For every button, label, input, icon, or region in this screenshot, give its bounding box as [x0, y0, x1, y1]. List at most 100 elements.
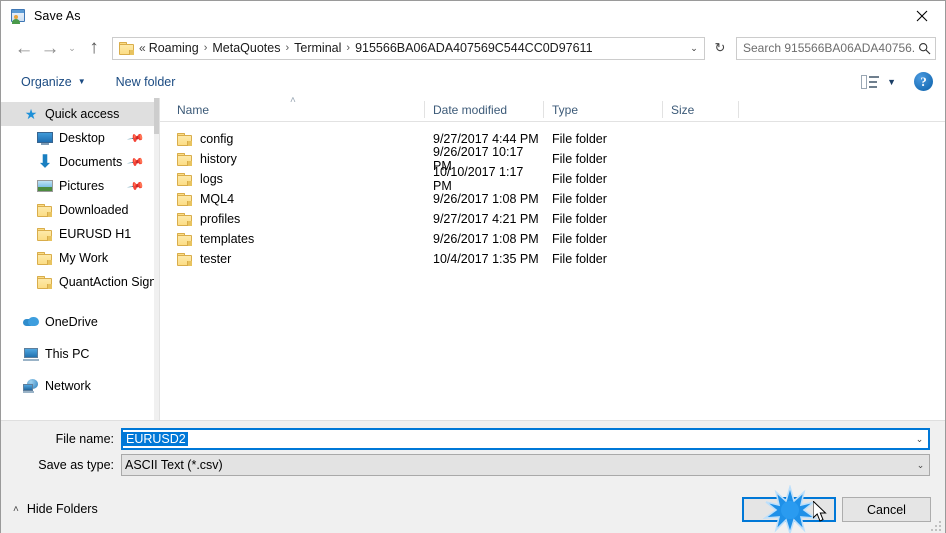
breadcrumb-overflow-icon[interactable]: «	[139, 41, 146, 55]
back-icon[interactable]: ←	[11, 35, 37, 61]
chevron-down-icon[interactable]: ⌄	[912, 455, 929, 475]
file-type-cell: File folder	[552, 192, 607, 206]
sidebar-item-quantaction-signal[interactable]: QuantAction Signal	[1, 270, 159, 294]
sidebar-item-network[interactable]: Network	[1, 374, 159, 398]
file-name: profiles	[200, 212, 241, 226]
sidebar-item-documents[interactable]: ⬇ Documents 📌	[1, 150, 159, 174]
chevron-down-icon: ▼	[77, 77, 86, 86]
column-label: Date modified	[433, 102, 508, 117]
sort-ascending-icon: ˄	[290, 95, 296, 106]
file-name-cell: templates	[160, 232, 425, 246]
table-row[interactable]: config 9/27/2017 4:44 PM File folder	[160, 129, 945, 149]
sidebar-item-label: QuantAction Signal	[59, 275, 159, 289]
save-as-dialog: Save As ← → ⌄ ↑ « Roaming › MetaQuotes ›…	[0, 0, 946, 533]
table-row[interactable]: history 9/26/2017 10:17 PM File folder	[160, 145, 945, 173]
folder-icon	[37, 226, 53, 242]
save-button[interactable]: Save	[742, 497, 836, 522]
sidebar-item-eurusd-h1[interactable]: EURUSD H1	[1, 222, 159, 246]
breadcrumb-item-terminal[interactable]: Terminal	[294, 41, 341, 55]
file-name-cell: tester	[160, 252, 425, 266]
refresh-icon[interactable]: ↻	[709, 37, 731, 60]
sidebar-item-label: This PC	[45, 347, 90, 361]
help-icon[interactable]: ?	[914, 72, 933, 91]
file-name-value: EURUSD2	[123, 432, 188, 446]
breadcrumb-separator-icon[interactable]: ›	[285, 42, 289, 54]
file-name-cell: logs	[160, 172, 425, 186]
pin-icon[interactable]: 📌	[127, 129, 146, 148]
forward-icon[interactable]: →	[37, 35, 63, 61]
onedrive-icon	[23, 314, 39, 330]
sidebar-item-pictures[interactable]: Pictures 📌	[1, 174, 159, 198]
up-one-level-icon[interactable]: ↑	[81, 35, 107, 61]
dialog-footer: File name: EURUSD2 ⌄ Save as type: ASCII…	[1, 420, 945, 533]
column-header-size[interactable]: Size	[663, 98, 739, 121]
resize-grip[interactable]	[929, 519, 941, 531]
sidebar-item-my-work[interactable]: My Work	[1, 246, 159, 270]
table-row[interactable]: logs 10/10/2017 1:17 PM File folder	[160, 165, 945, 193]
file-name: tester	[200, 252, 232, 266]
table-row[interactable]: MQL4 9/26/2017 1:08 PM File folder	[160, 189, 945, 209]
sidebar-item-this-pc[interactable]: This PC	[1, 342, 159, 366]
address-bar[interactable]: « Roaming › MetaQuotes › Terminal › 9155…	[112, 36, 705, 60]
breadcrumb-separator-icon[interactable]: ›	[204, 42, 208, 54]
chevron-down-icon[interactable]: ⌄	[911, 430, 928, 448]
sidebar-item-label: Pictures	[59, 179, 105, 193]
hide-folders-button[interactable]: ˄ Hide Folders	[13, 502, 98, 516]
pin-icon[interactable]: 📌	[127, 153, 146, 172]
table-row[interactable]: tester 10/4/2017 1:35 PM File folder	[160, 249, 945, 269]
breadcrumb-item-roaming[interactable]: Roaming	[149, 41, 199, 55]
window-title: Save As	[34, 9, 81, 23]
sidebar-item-label: Network	[45, 379, 91, 393]
file-name-input[interactable]: EURUSD2 ⌄	[121, 428, 930, 450]
sidebar-item-onedrive[interactable]: OneDrive	[1, 310, 159, 334]
folder-icon	[177, 252, 192, 266]
file-date-cell: 9/26/2017 1:08 PM	[433, 192, 539, 206]
new-folder-button[interactable]: New folder	[110, 70, 182, 94]
file-name-cell: profiles	[160, 212, 425, 226]
download-icon: ⬇	[37, 152, 53, 171]
save-as-type-row: Save as type: ASCII Text (*.csv) ⌄	[1, 454, 930, 476]
folder-icon	[37, 274, 53, 290]
view-options-icon[interactable]	[861, 74, 880, 89]
network-icon	[23, 378, 39, 394]
table-row[interactable]: templates 9/26/2017 1:08 PM File folder	[160, 229, 945, 249]
sidebar-item-label: My Work	[59, 251, 109, 265]
search-icon	[914, 42, 935, 55]
navigation-pane: ★ Quick access Desktop 📌 ⬇ Documents 📌 P…	[1, 98, 159, 420]
save-as-type-select[interactable]: ASCII Text (*.csv) ⌄	[121, 454, 930, 476]
cancel-button[interactable]: Cancel	[842, 497, 931, 522]
close-icon[interactable]	[899, 1, 945, 31]
chevron-up-icon: ˄	[13, 503, 19, 515]
table-row[interactable]: profiles 9/27/2017 4:21 PM File folder	[160, 209, 945, 229]
search-input[interactable]: Search 915566BA06ADA40756...	[736, 36, 936, 60]
breadcrumb-item-metaquotes[interactable]: MetaQuotes	[212, 41, 280, 55]
column-header-type[interactable]: Type	[544, 98, 663, 121]
title-bar: Save As	[1, 1, 945, 31]
file-name-cell: config	[160, 132, 425, 146]
search-placeholder: Search 915566BA06ADA40756...	[743, 41, 914, 55]
breadcrumb-separator-icon[interactable]: ›	[346, 42, 350, 54]
pin-icon[interactable]: 📌	[127, 177, 146, 196]
sidebar-item-label: OneDrive	[45, 315, 98, 329]
file-date-cell: 10/4/2017 1:35 PM	[433, 252, 539, 266]
folder-icon	[177, 152, 192, 166]
view-dropdown-icon[interactable]: ▼	[887, 77, 896, 87]
toolbar-right-group: ▼ ?	[861, 72, 933, 91]
folder-icon	[37, 202, 53, 218]
sidebar-item-downloaded[interactable]: Downloaded	[1, 198, 159, 222]
organize-button[interactable]: Organize ▼	[15, 70, 92, 94]
column-header-name[interactable]: Name ˄	[160, 95, 425, 121]
address-dropdown-icon[interactable]: ⌄	[684, 38, 704, 59]
organize-label: Organize	[21, 74, 72, 89]
file-name: logs	[200, 172, 223, 186]
folder-icon	[177, 172, 192, 186]
sidebar-item-quick-access[interactable]: ★ Quick access	[1, 102, 159, 126]
column-label: Name	[177, 102, 210, 117]
recent-locations-icon[interactable]: ⌄	[63, 35, 81, 61]
folder-icon	[177, 232, 192, 246]
sidebar-item-desktop[interactable]: Desktop 📌	[1, 126, 159, 150]
column-header-date-modified[interactable]: Date modified	[425, 98, 544, 121]
breadcrumb-item-terminal-id[interactable]: 915566BA06ADA407569C544CC0D97611	[355, 41, 592, 55]
file-name: templates	[200, 232, 255, 246]
file-type-cell: File folder	[552, 232, 607, 246]
